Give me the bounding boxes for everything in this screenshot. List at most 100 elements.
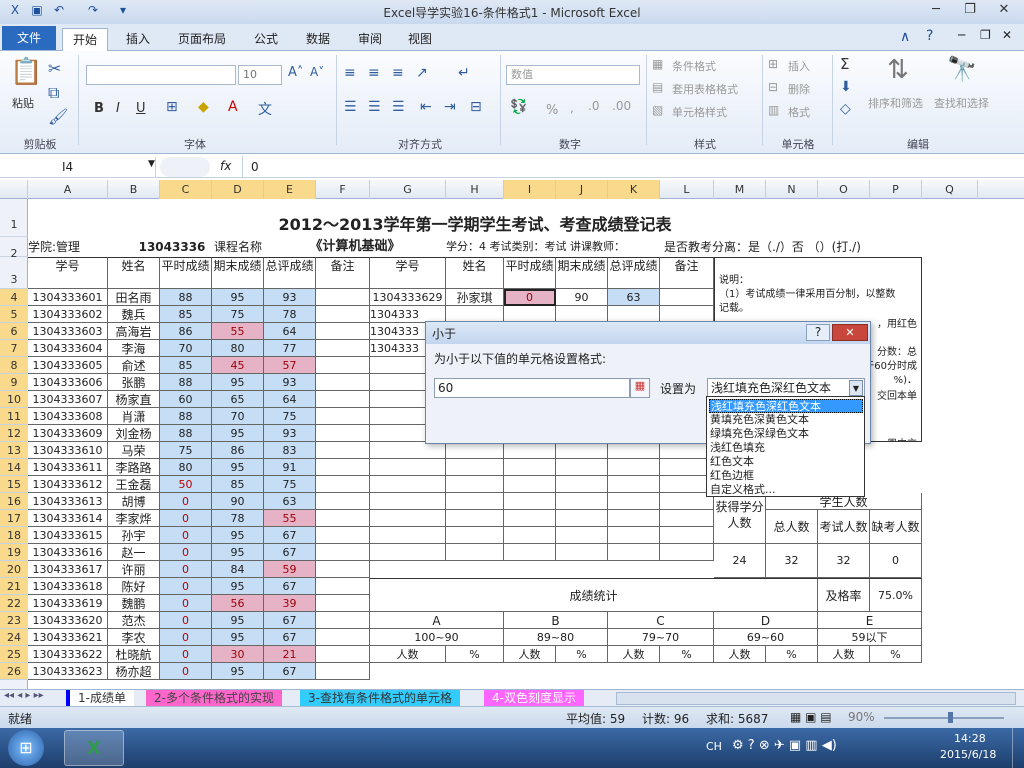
input-language[interactable]: CH xyxy=(706,740,722,753)
header-id[interactable]: 学号 xyxy=(28,257,108,289)
note-cell[interactable] xyxy=(316,544,370,561)
format-select[interactable]: 浅红填充色深红色文本 xyxy=(707,378,865,398)
column-header-H[interactable]: H xyxy=(446,180,504,199)
italic-button[interactable]: I xyxy=(116,101,120,116)
worksheet-grid[interactable]: 2012～2013学年第一学期学生考试、考查成绩登记表 学院:管理 13043336… xyxy=(28,199,1024,690)
final-score[interactable]: 85 xyxy=(212,476,264,493)
formula-input[interactable]: 0 xyxy=(242,156,1024,178)
usual-score[interactable]: 88 xyxy=(160,408,212,425)
student-id[interactable]: 1304333604 xyxy=(28,340,108,357)
grade-range[interactable]: 100~90 xyxy=(370,629,504,646)
insert-function-button[interactable]: fx xyxy=(220,159,231,173)
header-right-total[interactable]: 总评成绩 xyxy=(608,257,660,289)
row-header-3[interactable]: 3 xyxy=(0,257,28,289)
right-empty-cell[interactable] xyxy=(504,544,556,561)
student-name[interactable]: 马荣 xyxy=(108,442,160,459)
column-header-O[interactable]: O xyxy=(818,180,870,199)
row-header-15[interactable]: 15 xyxy=(0,476,28,493)
info-id[interactable]: 13043336 xyxy=(120,237,224,257)
find-select-icon[interactable]: 🔭 xyxy=(944,55,980,83)
collapse-ribbon-icon[interactable]: ∧ xyxy=(900,29,910,45)
student-id[interactable]: 1304333620 xyxy=(28,612,108,629)
tab-review[interactable]: 审阅 xyxy=(348,28,392,50)
right-final-score[interactable]: 90 xyxy=(556,289,608,306)
right-usual-score[interactable]: 0 xyxy=(504,289,556,306)
tray-icons[interactable]: ⚙ ? ⊗ ✈ ▣ ▥ ◀) xyxy=(732,738,837,753)
usual-score[interactable]: 80 xyxy=(160,459,212,476)
orientation-icon[interactable]: ↗ xyxy=(416,65,428,81)
column-header-G[interactable]: G xyxy=(370,180,446,199)
sheet-tab-4[interactable]: 4-双色刻度显示 xyxy=(484,690,584,707)
student-name[interactable]: 李海 xyxy=(108,340,160,357)
student-name[interactable]: 王金磊 xyxy=(108,476,160,493)
usual-score[interactable]: 50 xyxy=(160,476,212,493)
right-empty-cell[interactable] xyxy=(556,459,608,476)
info-course-label[interactable]: 课程名称 xyxy=(212,237,264,257)
usual-score[interactable]: 0 xyxy=(160,612,212,629)
right-empty-cell[interactable] xyxy=(446,476,504,493)
student-id[interactable]: 1304333612 xyxy=(28,476,108,493)
student-id[interactable]: 1304333618 xyxy=(28,578,108,595)
doc-restore-icon[interactable]: ❐ xyxy=(980,28,991,42)
row-header-11[interactable]: 11 xyxy=(0,408,28,425)
usual-score[interactable]: 0 xyxy=(160,646,212,663)
header-right-final[interactable]: 期末成绩 xyxy=(556,257,608,289)
indent-decrease-icon[interactable]: ⇤ xyxy=(420,99,432,115)
final-score[interactable]: 95 xyxy=(212,459,264,476)
summary-absent-value[interactable]: 0 xyxy=(870,544,922,578)
right-empty-cell[interactable] xyxy=(504,442,556,459)
column-header-M[interactable]: M xyxy=(714,180,766,199)
total-score[interactable]: 64 xyxy=(264,323,316,340)
clear-icon[interactable]: ◇ xyxy=(840,101,851,117)
student-id[interactable]: 1304333616 xyxy=(28,544,108,561)
grade-pct-label[interactable]: % xyxy=(870,646,922,663)
student-name[interactable]: 李家烨 xyxy=(108,510,160,527)
sheet-tab-3[interactable]: 3-查找有条件格式的单元格 xyxy=(300,690,460,707)
decrease-decimal-icon[interactable]: .00 xyxy=(612,99,631,113)
grade-range[interactable]: 69~60 xyxy=(714,629,818,646)
right-empty-cell[interactable] xyxy=(446,510,504,527)
student-id[interactable]: 1304333601 xyxy=(28,289,108,306)
name-box-dropdown-icon[interactable]: ▼ xyxy=(148,159,155,169)
note-cell[interactable] xyxy=(316,408,370,425)
student-name[interactable]: 魏鹏 xyxy=(108,595,160,612)
total-score[interactable]: 63 xyxy=(264,493,316,510)
final-score[interactable]: 70 xyxy=(212,408,264,425)
total-score[interactable]: 57 xyxy=(264,357,316,374)
row-header-21[interactable]: 21 xyxy=(0,578,28,595)
header-right-usual[interactable]: 平时成绩 xyxy=(504,257,556,289)
delete-cells-button[interactable]: 删除 xyxy=(788,81,810,97)
final-score[interactable]: 78 xyxy=(212,510,264,527)
column-header-A[interactable]: A xyxy=(28,180,108,199)
header-final[interactable]: 期末成绩 xyxy=(212,257,264,289)
row-header-25[interactable]: 25 xyxy=(0,646,28,663)
student-id[interactable]: 1304333621 xyxy=(28,629,108,646)
usual-score[interactable]: 0 xyxy=(160,561,212,578)
sheet-tab-2[interactable]: 2-多个条件格式的实现 xyxy=(146,690,282,707)
column-header-E[interactable]: E xyxy=(264,180,316,199)
usual-score[interactable]: 0 xyxy=(160,578,212,595)
usual-score[interactable]: 75 xyxy=(160,442,212,459)
column-header-B[interactable]: B xyxy=(108,180,160,199)
summary-exam-value[interactable]: 32 xyxy=(818,544,870,578)
note-cell[interactable] xyxy=(316,612,370,629)
student-name[interactable]: 张鹏 xyxy=(108,374,160,391)
bold-button[interactable]: B xyxy=(94,101,104,116)
info-course[interactable]: 《计算机基础》 xyxy=(264,237,446,257)
total-score[interactable]: 67 xyxy=(264,544,316,561)
final-score[interactable]: 95 xyxy=(212,374,264,391)
right-empty-cell[interactable] xyxy=(660,527,714,544)
grade-range[interactable]: 59以下 xyxy=(818,629,922,646)
student-name[interactable]: 范杰 xyxy=(108,612,160,629)
usual-score[interactable]: 85 xyxy=(160,357,212,374)
student-name[interactable]: 孙宇 xyxy=(108,527,160,544)
pass-rate-label[interactable]: 及格率 xyxy=(818,578,870,612)
align-top-icon[interactable]: ≡ xyxy=(344,65,356,81)
underline-button[interactable]: U xyxy=(136,101,146,116)
total-score[interactable]: 67 xyxy=(264,578,316,595)
grade-count-label[interactable]: 人数 xyxy=(504,646,556,663)
student-id[interactable]: 1304333617 xyxy=(28,561,108,578)
row-header-10[interactable]: 10 xyxy=(0,391,28,408)
note-cell[interactable] xyxy=(316,374,370,391)
right-student-name[interactable]: 孙家琪 xyxy=(446,289,504,306)
